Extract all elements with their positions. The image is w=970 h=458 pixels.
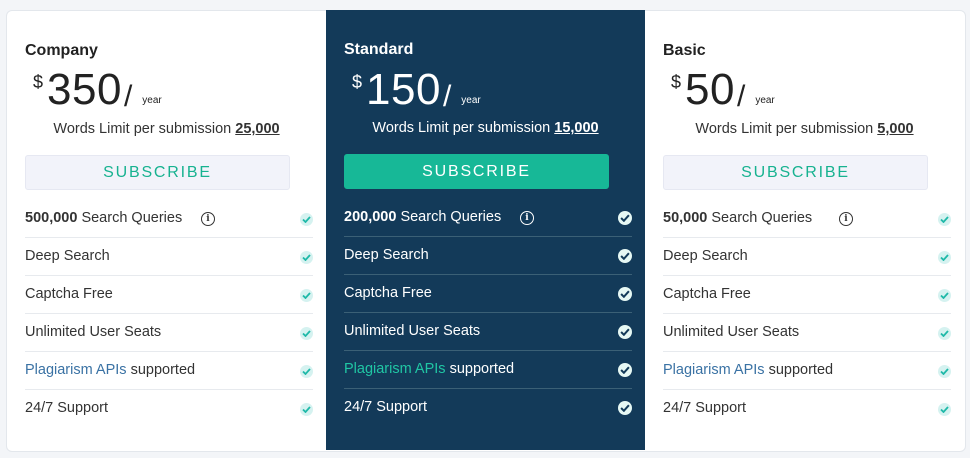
feature-list: 50,000 Search Queries i Deep Search Capt…: [663, 200, 951, 427]
feature-support: 24/7 Support: [25, 390, 313, 427]
feature-apis: Plagiarism APIs supported: [344, 351, 632, 389]
feature-deep-search: Deep Search: [25, 238, 313, 276]
check-icon: [938, 289, 951, 302]
check-icon: [300, 251, 313, 264]
words-limit-value: 25,000: [235, 121, 280, 137]
subscribe-button[interactable]: SUBSCRIBE: [344, 154, 609, 189]
feature-user-seats: Unlimited User Seats: [663, 314, 951, 352]
queries-count: 50,000: [663, 210, 708, 226]
feature-label: Unlimited User Seats: [663, 324, 800, 340]
check-icon: [618, 363, 632, 377]
feature-list: 500,000 Search Queries i Deep Search Cap…: [25, 200, 313, 427]
check-icon: [618, 401, 632, 415]
check-icon: [618, 325, 632, 339]
plan-name: Company: [25, 42, 98, 59]
check-icon: [618, 211, 632, 225]
price-slash: /: [736, 80, 746, 113]
check-icon: [300, 289, 313, 302]
currency-symbol: $: [671, 72, 682, 92]
feature-label: supported: [764, 362, 834, 378]
price-period: year: [461, 95, 481, 106]
currency-symbol: $: [33, 72, 44, 92]
plan-company: Company $ 350 / year Words Limit per sub…: [7, 10, 326, 450]
feature-support: 24/7 Support: [663, 390, 951, 427]
feature-search-queries: 200,000 Search Queries i: [344, 199, 632, 237]
words-limit-value: 5,000: [877, 121, 914, 137]
plan-name: Standard: [344, 41, 414, 58]
feature-captcha-free: Captcha Free: [663, 276, 951, 314]
words-limit-value: 15,000: [554, 120, 599, 136]
queries-count: 200,000: [344, 209, 397, 225]
feature-apis: Plagiarism APIs supported: [663, 352, 951, 390]
queries-label: Search Queries: [77, 210, 183, 226]
check-icon: [618, 287, 632, 301]
feature-label: 24/7 Support: [663, 400, 747, 416]
check-icon: [938, 213, 951, 226]
check-icon: [618, 249, 632, 263]
check-icon: [938, 327, 951, 340]
price-period: year: [755, 95, 775, 106]
check-icon: [300, 403, 313, 416]
feature-label: Unlimited User Seats: [25, 324, 162, 340]
info-icon[interactable]: i: [839, 212, 853, 226]
subscribe-button[interactable]: SUBSCRIBE: [663, 155, 928, 190]
feature-apis: Plagiarism APIs supported: [25, 352, 313, 390]
feature-label: Deep Search: [344, 247, 429, 263]
price-amount: 350: [47, 65, 122, 114]
feature-user-seats: Unlimited User Seats: [344, 313, 632, 351]
queries-label: Search Queries: [707, 210, 813, 226]
plan-price: $ 150 / year: [352, 66, 481, 116]
words-limit-label: Words Limit per submission: [695, 121, 874, 137]
price-slash: /: [442, 80, 452, 113]
words-limit: Words Limit per submission 15,000: [326, 120, 645, 136]
feature-label: supported: [445, 361, 515, 377]
currency-symbol: $: [352, 72, 363, 92]
feature-label: Captcha Free: [25, 286, 113, 302]
price-slash: /: [123, 80, 133, 113]
queries-label: Search Queries: [396, 209, 502, 225]
plan-price: $ 50 / year: [671, 66, 775, 116]
feature-user-seats: Unlimited User Seats: [25, 314, 313, 352]
feature-captcha-free: Captcha Free: [25, 276, 313, 314]
feature-label: 24/7 Support: [25, 400, 109, 416]
words-limit: Words Limit per submission 5,000: [645, 121, 964, 137]
plagiarism-apis-link[interactable]: Plagiarism APIs: [25, 362, 127, 378]
check-icon: [938, 251, 951, 264]
feature-label: Unlimited User Seats: [344, 323, 481, 339]
subscribe-button[interactable]: SUBSCRIBE: [25, 155, 290, 190]
plagiarism-apis-link[interactable]: Plagiarism APIs: [344, 361, 446, 377]
feature-search-queries: 500,000 Search Queries i: [25, 200, 313, 238]
feature-label: Deep Search: [25, 248, 110, 264]
feature-list: 200,000 Search Queries i Deep Search Cap…: [344, 199, 632, 426]
queries-count: 500,000: [25, 210, 78, 226]
plan-standard: Standard $ 150 / year Words Limit per su…: [326, 10, 645, 450]
check-icon: [300, 365, 313, 378]
plan-name: Basic: [663, 42, 706, 59]
plagiarism-apis-link[interactable]: Plagiarism APIs: [663, 362, 765, 378]
feature-support: 24/7 Support: [344, 389, 632, 426]
feature-label: Captcha Free: [663, 286, 751, 302]
feature-label: Captcha Free: [344, 285, 432, 301]
words-limit-label: Words Limit per submission: [53, 121, 232, 137]
feature-deep-search: Deep Search: [344, 237, 632, 275]
info-icon[interactable]: i: [201, 212, 215, 226]
check-icon: [938, 365, 951, 378]
feature-label: supported: [126, 362, 196, 378]
price-amount: 50: [685, 65, 735, 114]
check-icon: [300, 327, 313, 340]
info-icon[interactable]: i: [520, 211, 534, 225]
plan-basic: Basic $ 50 / year Words Limit per submis…: [645, 10, 964, 450]
feature-label: 24/7 Support: [344, 399, 428, 415]
price-period: year: [142, 95, 162, 106]
words-limit-label: Words Limit per submission: [372, 120, 551, 136]
feature-label: Deep Search: [663, 248, 748, 264]
words-limit: Words Limit per submission 25,000: [7, 121, 326, 137]
plan-price: $ 350 / year: [33, 66, 162, 116]
check-icon: [938, 403, 951, 416]
price-amount: 150: [366, 65, 441, 114]
check-icon: [300, 213, 313, 226]
feature-deep-search: Deep Search: [663, 238, 951, 276]
feature-captcha-free: Captcha Free: [344, 275, 632, 313]
feature-search-queries: 50,000 Search Queries i: [663, 200, 951, 238]
